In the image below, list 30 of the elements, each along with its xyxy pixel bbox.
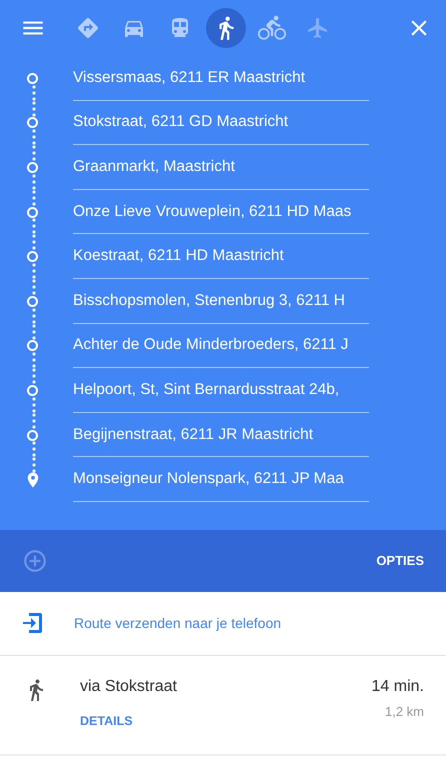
waypoint-circle-icon xyxy=(27,162,38,173)
location-field[interactable]: Koestraat, 6211 HD Maastricht xyxy=(73,234,369,279)
airplane-icon xyxy=(306,16,330,40)
waypoint-circle-icon xyxy=(27,430,38,441)
waypoint-circle-icon xyxy=(27,251,38,262)
route-distance: 1,2 km xyxy=(384,704,424,719)
bicycle-icon xyxy=(258,14,286,42)
travel-mode-tab[interactable] xyxy=(206,8,246,48)
waypoint-circle-icon xyxy=(27,117,38,128)
location-field[interactable]: Stokstraat, 6211 GD Maastricht xyxy=(73,100,369,146)
location-field[interactable]: Vissersmaas, 6211 ER Maastricht xyxy=(73,56,369,101)
waypoint-circle-icon xyxy=(27,340,38,352)
waypoint-circle-icon xyxy=(27,384,38,396)
waypoint-circle-icon xyxy=(27,72,38,84)
location-field[interactable]: Monseigneur Nolenspark, 6211 JP Maa xyxy=(73,457,369,502)
details-button[interactable]: DETAILS xyxy=(80,714,133,728)
location-field[interactable]: Bisschopsmolen, Stenenbrug 3, 6211 H xyxy=(73,278,369,324)
waypoint-circle-icon xyxy=(27,296,38,307)
options-button[interactable]: OPTIES xyxy=(376,553,424,568)
send-to-phone-icon xyxy=(22,611,44,636)
directions-sign-icon xyxy=(76,16,100,40)
waypoint-circle-icon xyxy=(27,206,38,218)
send-route-link[interactable]: Route verzenden naar je telefoon xyxy=(74,615,282,632)
location-field[interactable]: Achter de Oude Minderbroeders, 6211 J xyxy=(73,324,369,368)
location-field[interactable]: Helpoort, St, Sint Bernardusstraat 24b, xyxy=(73,368,369,413)
location-field[interactable]: Graanmarkt, Maastricht xyxy=(73,145,369,190)
route-name: via Stokstraat xyxy=(80,678,178,696)
location-field[interactable]: Onze Lieve Vrouweplein, 6211 HD Maas xyxy=(73,190,369,234)
location-field[interactable]: Begijnenstraat, 6211 JR Maastricht xyxy=(73,412,369,458)
route-duration: 14 min. xyxy=(372,678,424,696)
